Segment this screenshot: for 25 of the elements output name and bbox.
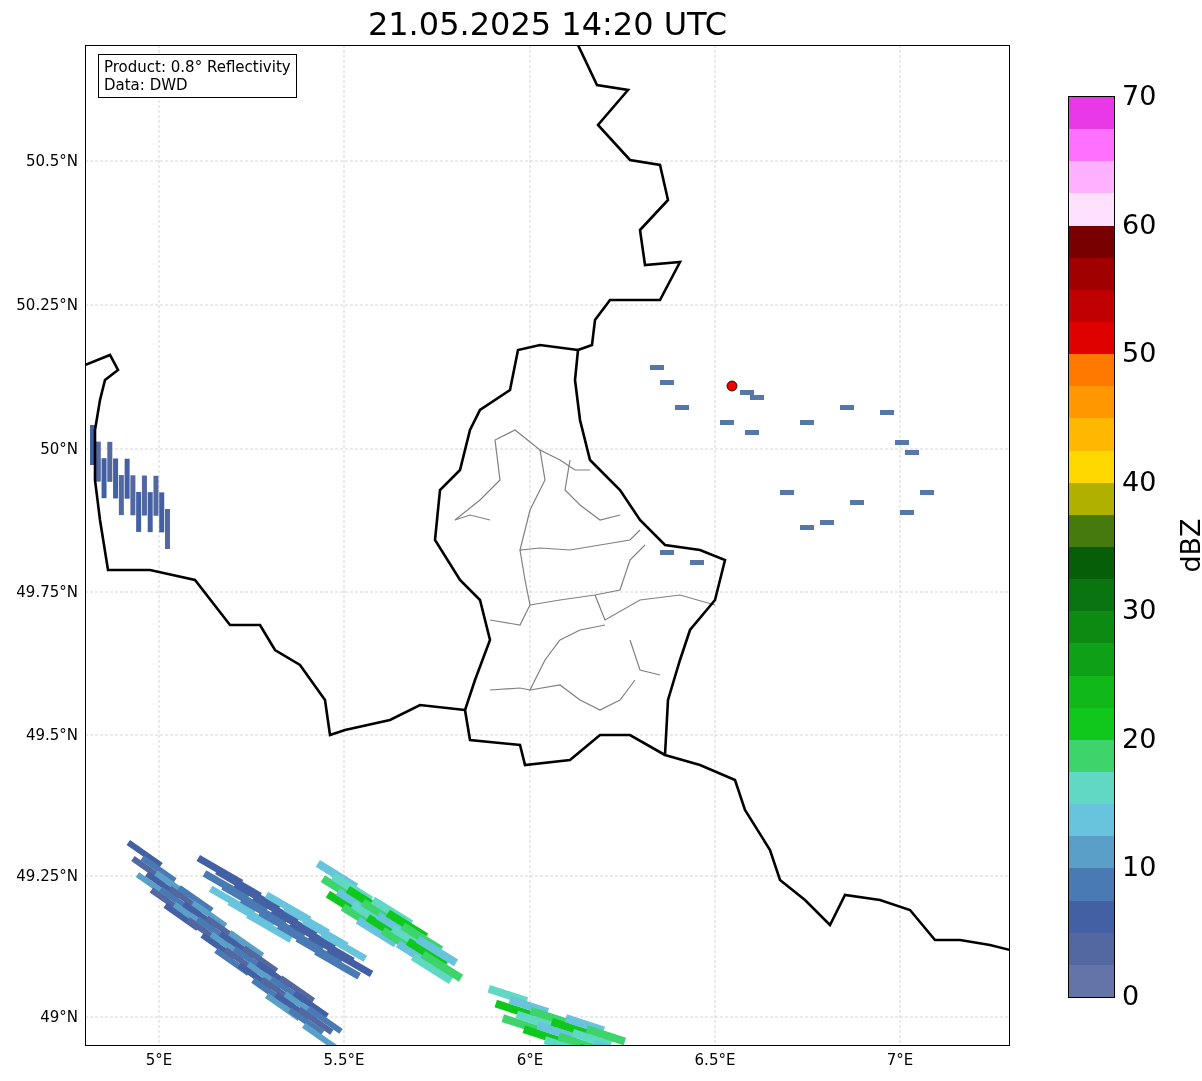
colorbar-label: dBZ [1174, 517, 1202, 575]
longitude-label: 6°E [515, 1051, 545, 1069]
colorbar-tick-label: 40 [1122, 465, 1157, 498]
radar-site-marker [726, 380, 738, 392]
colorbar-tick-label: 60 [1122, 208, 1157, 241]
latitude-label: 49.75°N [16, 583, 78, 601]
colorbar-tick-label: 0 [1122, 980, 1140, 1012]
longitude-label: 6.5°E [693, 1051, 737, 1069]
colorbar-tick-label: 30 [1122, 594, 1157, 627]
longitude-label: 5°E [144, 1051, 174, 1069]
colorbar-tick-label: 70 [1122, 80, 1157, 112]
longitude-label: 7°E [885, 1051, 915, 1069]
colorbar-tick-label: 20 [1122, 722, 1157, 755]
chart-title: 21.05.2025 14:20 UTC [366, 4, 729, 44]
latitude-label: 50.25°N [16, 296, 78, 314]
longitude-label: 5.5°E [322, 1051, 366, 1069]
latitude-label: 49.25°N [16, 867, 78, 885]
latitude-label: 49.5°N [25, 726, 78, 744]
info-text: Data: DWD [104, 76, 189, 94]
colorbar-tick-label: 10 [1122, 851, 1157, 884]
info-text: Product: 0.8° Reflectivity [104, 58, 291, 76]
latitude-label: 50°N [40, 440, 78, 458]
latitude-label: 50.5°N [25, 152, 78, 170]
colorbar-tick-label: 50 [1122, 337, 1157, 370]
latitude-label: 49°N [40, 1008, 78, 1026]
